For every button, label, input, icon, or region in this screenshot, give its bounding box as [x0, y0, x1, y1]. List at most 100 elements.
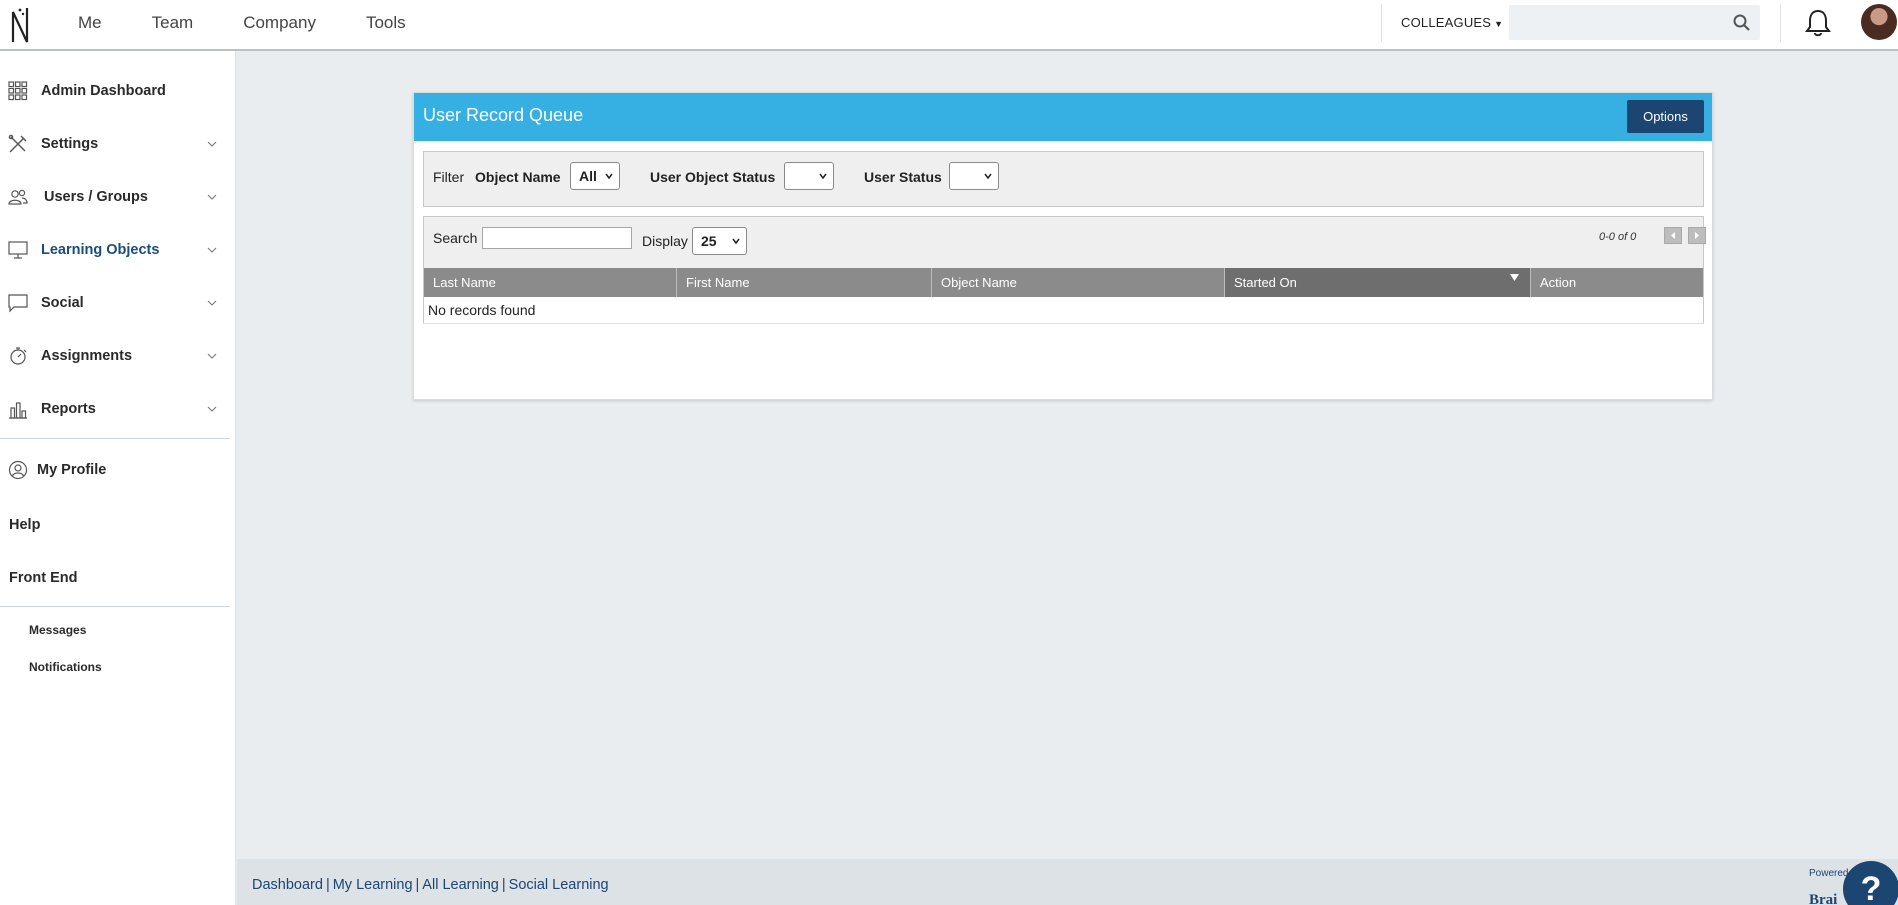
global-search-input[interactable]	[1509, 5, 1760, 40]
chevron-down-icon	[207, 353, 217, 359]
chat-icon	[8, 293, 28, 312]
sidebar-item-label: Admin Dashboard	[41, 82, 166, 99]
object-name-select[interactable]: All	[570, 162, 620, 190]
sort-desc-icon	[1510, 274, 1519, 281]
sidebar-item-admin-dashboard[interactable]: Admin Dashboard	[0, 64, 230, 117]
page-title: User Record Queue	[423, 105, 584, 125]
sidebar-item-users-groups[interactable]: Users / Groups	[0, 170, 230, 223]
column-started-on[interactable]: Started On	[1225, 268, 1531, 297]
footer-link-all-learning[interactable]: All Learning	[422, 877, 499, 893]
footer: Dashboard | My Learning | All Learning | Socia…	[237, 859, 1898, 905]
top-nav: Me Team Company Tools	[78, 0, 456, 45]
prev-page-button[interactable]	[1664, 227, 1682, 244]
sidebar-item-settings[interactable]: Settings	[0, 117, 230, 170]
chevron-down-icon	[207, 247, 217, 253]
object-name-label: Object Name	[475, 169, 561, 185]
monitor-icon	[8, 240, 28, 259]
chevron-down-icon	[207, 194, 217, 200]
bell-icon[interactable]	[1805, 9, 1831, 37]
sidebar-item-my-profile[interactable]: My Profile	[0, 443, 230, 496]
sidebar-divider	[0, 438, 230, 439]
sidebar-item-help[interactable]: Help	[9, 517, 40, 533]
table-body	[424, 297, 1703, 325]
nav-tools[interactable]: Tools	[366, 0, 406, 45]
tools-icon	[8, 134, 27, 152]
sidebar-item-label: My Profile	[37, 461, 107, 478]
separator: |	[325, 877, 330, 893]
filter-label: Filter	[433, 169, 465, 185]
user-status-select[interactable]	[949, 162, 999, 190]
brand-logo: Brai	[1809, 892, 1838, 905]
next-page-button[interactable]	[1688, 227, 1706, 244]
sidebar-item-messages[interactable]: Messages	[29, 623, 86, 637]
record-count: 0-0 of 0	[1599, 231, 1637, 243]
user-object-status-select[interactable]	[784, 162, 834, 190]
footer-link-social-learning[interactable]: Social Learning	[509, 877, 609, 893]
options-button[interactable]: Options	[1627, 100, 1704, 133]
sidebar-item-learning-objects[interactable]: Learning Objects	[0, 223, 230, 276]
grid-icon	[8, 80, 28, 100]
nav-team[interactable]: Team	[152, 0, 194, 45]
separator: |	[415, 877, 420, 893]
sidebar-item-front-end[interactable]: Front End	[9, 570, 77, 586]
powered-by-label: Powered	[1809, 868, 1849, 879]
empty-message: No records found	[428, 302, 536, 318]
users-icon	[8, 189, 28, 205]
sidebar-item-notifications[interactable]: Notifications	[29, 660, 102, 674]
column-first-name[interactable]: First Name	[677, 268, 932, 297]
sidebar-item-label: Assignments	[41, 347, 133, 364]
sidebar-item-assignments[interactable]: Assignments	[0, 329, 230, 382]
footer-links: Dashboard | My Learning | All Learning | Socia…	[252, 877, 609, 893]
nav-me[interactable]: Me	[78, 0, 102, 45]
sidebar-item-label: Users / Groups	[44, 188, 148, 205]
colleagues-dropdown[interactable]: COLLEAGUES ▼	[1401, 0, 1503, 45]
column-started-on-label: Started On	[1234, 275, 1297, 290]
sidebar-item-label: Reports	[41, 400, 96, 417]
sidebar: Admin Dashboard Settings Users / Groups …	[0, 51, 236, 905]
footer-link-dashboard[interactable]: Dashboard	[252, 877, 323, 893]
triangle-left-icon	[1671, 232, 1675, 239]
sidebar-item-social[interactable]: Social	[0, 276, 230, 329]
column-action: Action	[1540, 275, 1577, 290]
search-icon[interactable]	[1733, 14, 1750, 31]
divider	[1780, 4, 1781, 42]
divider	[1381, 4, 1382, 42]
chevron-down-icon	[207, 406, 217, 412]
user-status-label: User Status	[864, 169, 942, 185]
user-record-queue-panel: User Record Queue Options Filter Object …	[413, 92, 1713, 400]
top-bar: Me Team Company Tools COLLEAGUES ▼	[0, 0, 1898, 51]
help-button[interactable]: ?	[1843, 861, 1898, 905]
footer-link-my-learning[interactable]: My Learning	[333, 877, 413, 893]
nav-company[interactable]: Company	[243, 0, 316, 45]
sidebar-divider	[0, 606, 230, 607]
filter-bar: Filter Object Name All User Object Statu…	[423, 151, 1704, 207]
records-table-box: Search Display 25 0-0 of 0 Last Name Fir…	[423, 216, 1706, 325]
global-search	[1509, 5, 1760, 40]
stopwatch-icon	[10, 346, 27, 365]
colleagues-label: COLLEAGUES	[1401, 15, 1492, 30]
logo-icon[interactable]	[10, 6, 32, 44]
chevron-down-icon	[207, 141, 217, 147]
display-count-select[interactable]: 25	[692, 227, 747, 255]
sidebar-item-reports[interactable]: Reports	[0, 382, 230, 435]
chevron-down-icon	[732, 238, 740, 245]
chevron-down-icon	[605, 173, 613, 180]
column-last-name[interactable]: Last Name	[424, 268, 677, 297]
chevron-down-icon	[984, 173, 992, 180]
avatar[interactable]	[1861, 4, 1897, 40]
row-divider	[423, 323, 1704, 324]
sidebar-item-label: Social	[41, 294, 84, 311]
caret-down-icon: ▼	[1494, 19, 1504, 29]
table-header: Last Name First Name Object Name Started…	[424, 268, 1703, 297]
user-circle-icon	[8, 460, 28, 479]
search-label: Search	[433, 230, 478, 246]
display-label: Display	[642, 233, 688, 249]
column-object-name[interactable]: Object Name	[932, 268, 1225, 297]
triangle-right-icon	[1695, 232, 1699, 239]
sidebar-item-label: Settings	[41, 135, 99, 152]
display-count-value: 25	[701, 233, 717, 249]
panel-header: User Record Queue Options	[414, 93, 1712, 141]
user-object-status-label: User Object Status	[650, 169, 776, 185]
table-search-input[interactable]	[482, 227, 632, 249]
bar-chart-icon	[9, 401, 27, 419]
